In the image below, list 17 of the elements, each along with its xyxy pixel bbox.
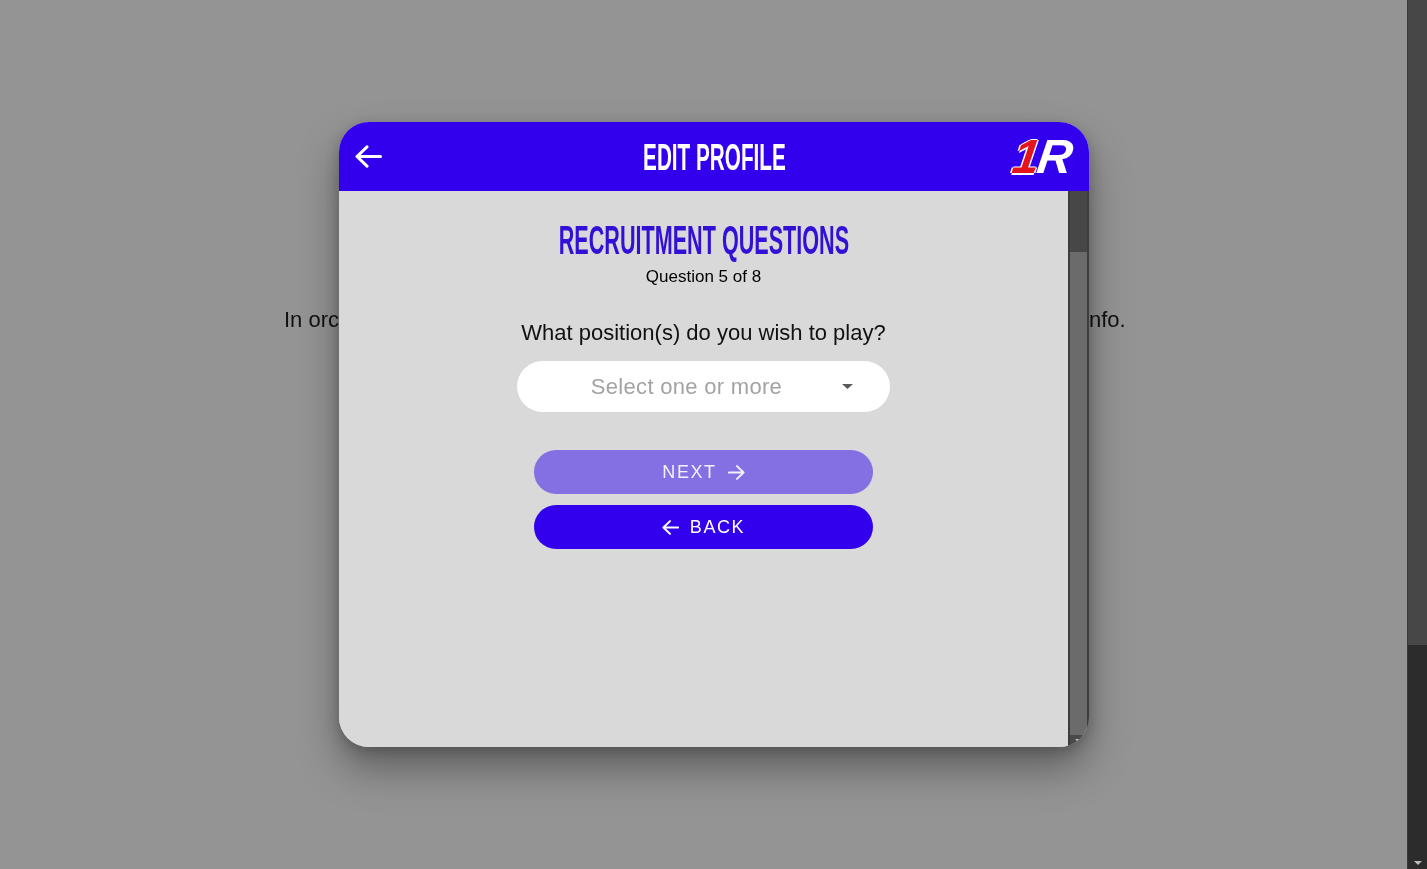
- background-text: In orc: [283, 307, 339, 333]
- scrollbar-thumb[interactable]: [1408, 0, 1427, 645]
- scrollbar-thumb[interactable]: [1070, 191, 1087, 252]
- modal-title: EDIT PROFILE: [642, 137, 786, 178]
- question-text: What position(s) do you wish to play?: [521, 319, 886, 347]
- section-heading: RECRUITMENT QUESTIONS: [558, 218, 849, 262]
- arrow-left-icon: [661, 519, 679, 535]
- scroll-down-icon[interactable]: [1413, 861, 1422, 865]
- scrollbar[interactable]: [1068, 191, 1089, 747]
- background-text: nfo.: [1089, 307, 1126, 333]
- back-button[interactable]: BACK: [534, 505, 873, 549]
- caret-down-icon: [842, 384, 853, 389]
- progress-text: Question 5 of 8: [645, 266, 762, 288]
- arrow-right-icon: [727, 464, 745, 480]
- back-arrow-icon[interactable]: [355, 145, 382, 168]
- select-field[interactable]: Select one or more: [517, 361, 890, 412]
- scrollbar[interactable]: [1407, 0, 1427, 869]
